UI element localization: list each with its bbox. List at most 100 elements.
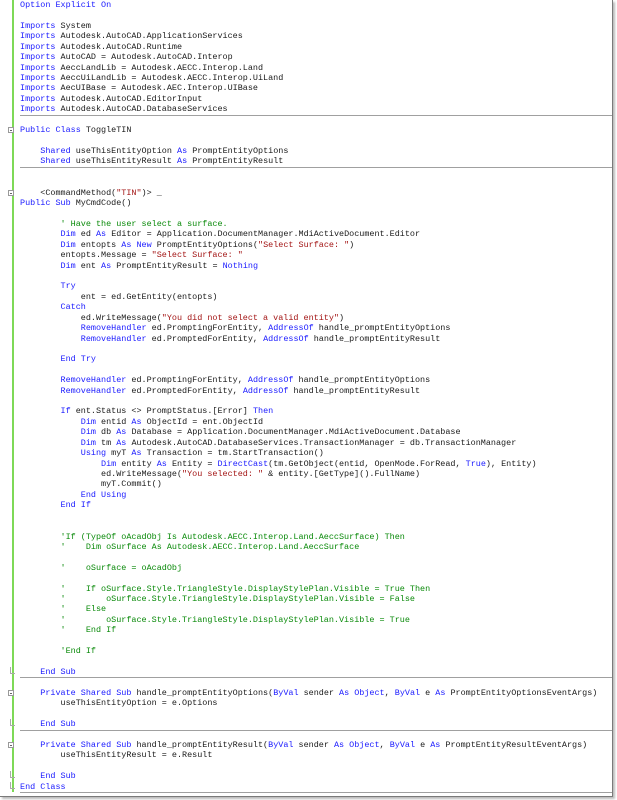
comment-token: ' If oSurface.Style.TriangleStyle.Displa… bbox=[60, 583, 431, 594]
code-line[interactable]: 'If (TypeOf oAcadObj Is Autodesk.AECC.In… bbox=[20, 532, 612, 542]
code-line[interactable]: ed.WriteMessage("You selected: " & entit… bbox=[20, 469, 612, 479]
code-line[interactable]: ' If oSurface.Style.TriangleStyle.Displa… bbox=[20, 584, 612, 594]
code-line[interactable]: myT.Commit() bbox=[20, 479, 612, 489]
code-line[interactable]: <CommandMethod("TIN")> _ bbox=[8, 188, 612, 198]
code-line[interactable] bbox=[20, 177, 612, 187]
code-token: (tm.GetObject(entid, OpenMode.ForRead, bbox=[268, 458, 466, 469]
keyword-token: Imports bbox=[20, 41, 56, 52]
keyword-token: Public Class bbox=[20, 125, 81, 136]
code-line[interactable]: End Sub bbox=[10, 667, 612, 679]
code-line[interactable]: Private Shared Sub handle_promptEntityOp… bbox=[8, 688, 612, 698]
code-line[interactable]: ' End If bbox=[20, 625, 612, 635]
code-line[interactable]: Using myT As Transaction = tm.StartTrans… bbox=[20, 448, 612, 458]
code-line[interactable]: If ent.Status <> PromptStatus.[Error] Th… bbox=[20, 406, 612, 416]
code-line[interactable]: Imports Autodesk.AutoCAD.Runtime bbox=[20, 42, 612, 52]
code-line[interactable]: Try bbox=[20, 281, 612, 291]
code-line[interactable]: Shared useThisEntityOption As PromptEnti… bbox=[20, 146, 612, 156]
code-line[interactable]: Dim entid As ObjectId = ent.ObjectId bbox=[20, 417, 612, 427]
code-line[interactable]: End Try bbox=[20, 354, 612, 364]
code-line[interactable] bbox=[20, 730, 612, 740]
code-line[interactable]: Dim ed As Editor = Application.DocumentM… bbox=[20, 229, 612, 239]
keyword-token: End Sub bbox=[40, 771, 76, 782]
code-line[interactable]: Imports Autodesk.AutoCAD.DatabaseService… bbox=[20, 104, 612, 117]
code-token: Database = Application.DocumentManager.M… bbox=[126, 427, 461, 438]
code-line[interactable] bbox=[20, 761, 612, 771]
code-token: entid bbox=[95, 416, 132, 427]
code-line[interactable]: useThisEntityResult = e.Result bbox=[20, 750, 612, 760]
code-line[interactable] bbox=[20, 135, 612, 145]
code-line[interactable] bbox=[20, 552, 612, 562]
code-line[interactable]: ed.WriteMessage("You did not select a va… bbox=[20, 313, 612, 323]
code-line[interactable]: Imports System bbox=[20, 21, 612, 31]
code-line[interactable] bbox=[20, 365, 612, 375]
collapse-region-icon[interactable] bbox=[8, 189, 14, 196]
code-line[interactable]: Dim db As Database = Application.Documen… bbox=[20, 427, 612, 437]
code-line[interactable]: ' Have the user select a surface. bbox=[20, 219, 612, 229]
code-line[interactable]: RemoveHandler ed.PromptedForEntity, Addr… bbox=[20, 334, 612, 344]
code-line[interactable]: ' Dim oSurface As Autodesk.AECC.Interop.… bbox=[20, 542, 612, 552]
code-line[interactable]: Public Sub MyCmdCode() bbox=[20, 198, 612, 208]
code-line[interactable]: ' oSurface.Style.TriangleStyle.DisplaySt… bbox=[20, 594, 612, 604]
code-line[interactable]: RemoveHandler ed.PromptedForEntity, Addr… bbox=[20, 386, 612, 396]
code-line[interactable] bbox=[20, 10, 612, 20]
code-line[interactable]: Option Explicit On bbox=[20, 0, 612, 10]
code-line[interactable]: Dim entity As Entity = DirectCast(tm.Get… bbox=[20, 459, 612, 469]
code-line[interactable]: Dim tm As Autodesk.AutoCAD.DatabaseServi… bbox=[20, 438, 612, 448]
code-line[interactable]: Imports AeccUiLandLib = Autodesk.AECC.In… bbox=[20, 73, 612, 83]
code-line[interactable] bbox=[20, 344, 612, 354]
code-line[interactable] bbox=[20, 167, 612, 177]
code-editor[interactable]: Option Explicit On Imports System Imports … bbox=[0, 0, 613, 797]
code-line[interactable] bbox=[20, 271, 612, 281]
code-line[interactable] bbox=[20, 396, 612, 406]
code-token: ed.PromptedForEntity, bbox=[126, 385, 243, 396]
code-line[interactable] bbox=[20, 677, 612, 687]
code-line[interactable] bbox=[20, 115, 612, 125]
code-line[interactable]: Imports Autodesk.AutoCAD.ApplicationServ… bbox=[20, 31, 612, 41]
code-line[interactable]: useThisEntityOption = e.Options bbox=[20, 698, 612, 708]
code-line[interactable]: Imports AeccLandLib = Autodesk.AECC.Inte… bbox=[20, 63, 612, 73]
collapse-region-icon[interactable] bbox=[8, 689, 14, 696]
code-line[interactable]: ent = ed.GetEntity(entopts) bbox=[20, 292, 612, 302]
code-line[interactable]: Catch bbox=[20, 302, 612, 312]
code-token: entopts bbox=[75, 239, 122, 250]
code-token: ed.WriteMessage( bbox=[20, 468, 183, 479]
code-line[interactable]: End Sub bbox=[10, 771, 612, 782]
code-line[interactable] bbox=[20, 636, 612, 646]
code-line[interactable]: entopts.Message = "Select Surface: " bbox=[20, 250, 612, 260]
code-line[interactable]: Dim entopts As New PromptEntityOptions("… bbox=[20, 240, 612, 250]
code-line[interactable] bbox=[20, 573, 612, 583]
code-line[interactable]: Imports AutoCAD = Autodesk.AutoCAD.Inter… bbox=[20, 52, 612, 62]
code-line[interactable]: ' Else bbox=[20, 604, 612, 614]
code-line[interactable]: ' oSurface = oAcadObj bbox=[20, 563, 612, 573]
code-line[interactable]: End Using bbox=[20, 490, 612, 500]
code-line[interactable]: Imports Autodesk.AutoCAD.EditorInput bbox=[20, 94, 612, 104]
code-token: useThisEntityResult bbox=[70, 156, 177, 167]
code-line[interactable]: RemoveHandler ed.PromptingForEntity, Add… bbox=[20, 375, 612, 385]
string-token: "You selected: " bbox=[182, 468, 264, 479]
code-line[interactable]: Imports AecUIBase = Autodesk.AEC.Interop… bbox=[20, 83, 612, 93]
code-area[interactable]: Option Explicit On Imports System Imports … bbox=[8, 0, 612, 794]
code-line[interactable]: End If bbox=[20, 500, 612, 510]
code-line[interactable]: ' oSurface.Style.TriangleStyle.DisplaySt… bbox=[20, 615, 612, 625]
code-line[interactable]: Dim ent As PromptEntityResult = Nothing bbox=[20, 261, 612, 271]
code-line[interactable]: RemoveHandler ed.PromptingForEntity, Add… bbox=[20, 323, 612, 333]
code-token: & entity.[GetType]().FullName) bbox=[263, 468, 421, 479]
code-line[interactable]: Private Shared Sub handle_promptEntityRe… bbox=[8, 740, 612, 750]
code-line[interactable] bbox=[20, 709, 612, 719]
collapse-region-icon[interactable] bbox=[8, 741, 14, 748]
code-line[interactable]: Public Class ToggleTIN bbox=[8, 125, 612, 136]
code-line[interactable] bbox=[20, 657, 612, 667]
code-line[interactable]: End Class bbox=[10, 781, 612, 794]
code-line[interactable]: 'End If bbox=[20, 646, 612, 656]
code-line[interactable]: Shared useThisEntityResult As PromptEnti… bbox=[20, 156, 612, 169]
code-line[interactable]: End Sub bbox=[10, 719, 612, 732]
code-line[interactable] bbox=[20, 511, 612, 521]
collapse-region-icon[interactable] bbox=[8, 127, 14, 134]
code-token: handle_promptEntityResult bbox=[308, 333, 441, 344]
code-line[interactable] bbox=[20, 521, 612, 531]
code-line[interactable] bbox=[20, 208, 612, 218]
